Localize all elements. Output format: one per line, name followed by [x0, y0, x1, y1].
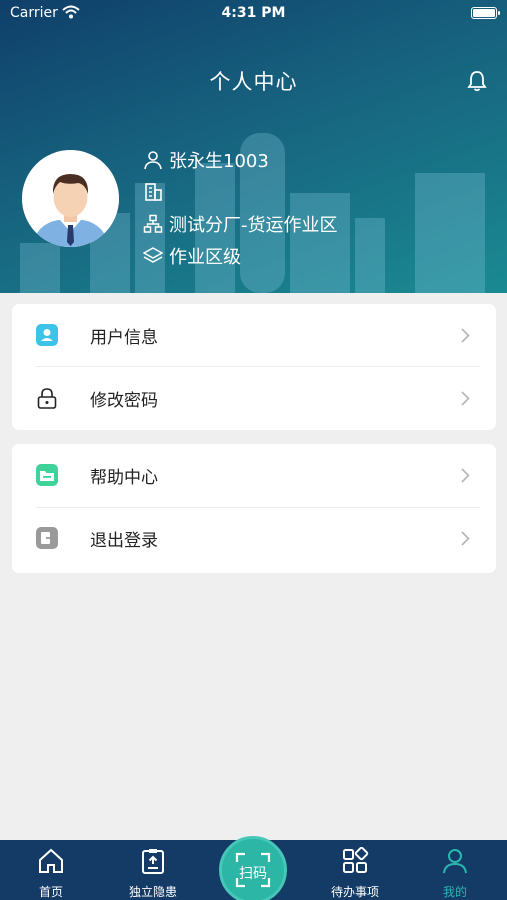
status-bar: Carrier 4:31 PM [0, 0, 507, 28]
clipboard-icon [142, 849, 164, 874]
chevron-right-icon [461, 328, 470, 343]
battery-icon [471, 7, 500, 19]
tab-home[interactable]: 首页 [11, 840, 91, 900]
account-menu-card: 用户信息 修改密码 [12, 304, 496, 430]
menu-item-logout[interactable]: 退出登录 [12, 507, 496, 570]
profile-header: Carrier 4:31 PM 个人中心 张永生1003 测试分厂-货运作业区 … [0, 0, 507, 293]
avatar[interactable] [22, 150, 119, 247]
profile-department: 测试分厂-货运作业区 [169, 215, 338, 236]
chevron-right-icon [461, 391, 470, 406]
user-info-icon [36, 324, 58, 346]
bell-icon[interactable] [467, 70, 487, 92]
profile-level-row: 作业区级 [143, 243, 241, 269]
profile-level: 作业区级 [169, 247, 241, 268]
support-menu-card: 帮助中心 退出登录 [12, 444, 496, 573]
org-chart-icon [143, 214, 163, 233]
building-icon [145, 183, 162, 201]
menu-label-logout: 退出登录 [90, 531, 158, 551]
help-folder-icon [36, 464, 58, 486]
menu-label-user-info: 用户信息 [90, 328, 158, 348]
page-title: 个人中心 [209, 70, 298, 94]
tab-hazard[interactable]: 独立隐患 [113, 840, 193, 900]
menu-item-change-password[interactable]: 修改密码 [12, 367, 496, 430]
chevron-right-icon [461, 468, 470, 483]
tab-label-hazard: 独立隐患 [128, 885, 177, 899]
logout-icon [36, 527, 58, 549]
menu-item-user-info[interactable]: 用户信息 [12, 304, 496, 367]
menu-label-help-center: 帮助中心 [90, 468, 158, 488]
profile-department-row: 测试分厂-货运作业区 [143, 211, 338, 237]
layers-icon [143, 247, 163, 263]
tab-mine[interactable]: 我的 [415, 840, 495, 900]
menu-item-help-center[interactable]: 帮助中心 [12, 444, 496, 507]
home-icon [39, 848, 63, 873]
tab-label-todo: 待办事项 [330, 885, 379, 899]
user-avatar-illustration [22, 150, 119, 247]
chevron-right-icon [461, 531, 470, 546]
user-profile-icon [443, 849, 467, 874]
lock-icon [37, 388, 57, 409]
clock: 4:31 PM [221, 5, 286, 21]
scan-button[interactable]: 扫码 [219, 836, 287, 900]
menu-label-change-password: 修改密码 [90, 391, 158, 411]
tab-label-mine: 我的 [442, 885, 467, 899]
profile-company-row [143, 179, 169, 205]
tab-label-home: 首页 [38, 885, 63, 899]
person-icon [144, 151, 162, 170]
profile-name: 张永生1003 [169, 151, 269, 172]
profile-name-row: 张永生1003 [143, 147, 269, 173]
scan-label: 扫码 [239, 866, 267, 882]
tab-todo[interactable]: 待办事项 [315, 840, 395, 900]
apps-grid-icon [343, 847, 369, 873]
